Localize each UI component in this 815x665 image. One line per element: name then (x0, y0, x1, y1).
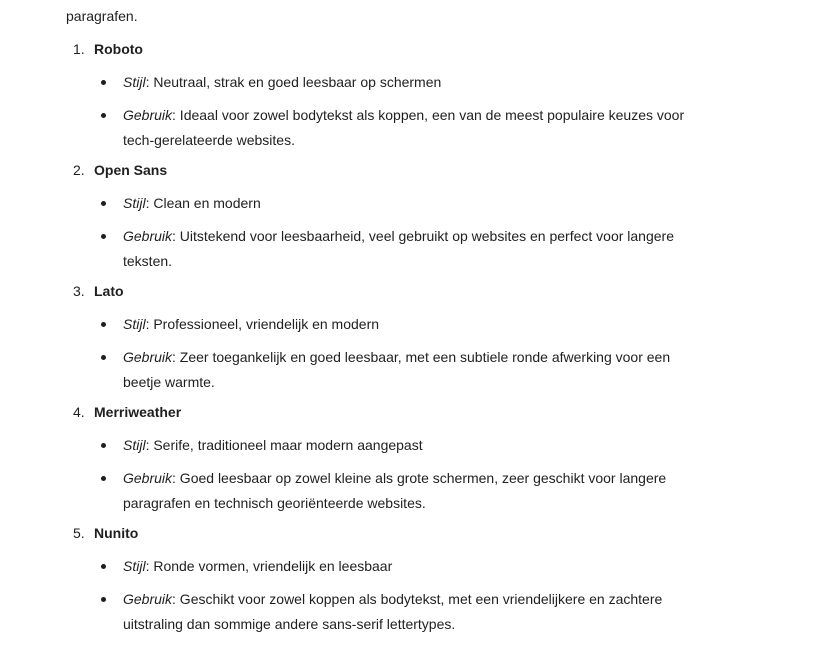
font-name: Nunito (94, 525, 139, 541)
bullet-icon (101, 322, 106, 327)
usage-text-continued: uitstraling dan sommige andere sans-seri… (123, 616, 456, 632)
usage-label: Gebruik (123, 349, 173, 365)
intro-text: paragrafen. (66, 8, 138, 24)
bullet-icon (101, 597, 106, 602)
usage-label: Gebruik (123, 228, 173, 244)
usage-text: : Ideaal voor zowel bodytekst als koppen… (172, 107, 685, 123)
font-list: 1. Roboto Stijl: Neutraal, strak en goed… (66, 38, 766, 637)
style-text: : Ronde vormen, vriendelijk en leesbaar (145, 558, 393, 574)
usage-text: : Geschikt voor zowel koppen als bodytek… (172, 591, 663, 607)
style-item: Stijl: Ronde vormen, vriendelijk en lees… (66, 554, 766, 579)
bullet-icon (101, 564, 106, 569)
usage-item: Gebruik: Ideaal voor zowel bodytekst als… (66, 103, 766, 153)
usage-label: Gebruik (123, 591, 173, 607)
list-number: 3. (73, 283, 85, 299)
usage-text: : Goed leesbaar op zowel kleine als grot… (172, 470, 667, 486)
font-item-nunito: 5. Nunito Stijl: Ronde vormen, vriendeli… (66, 522, 766, 637)
font-heading: 5. Nunito (66, 522, 766, 544)
style-text: : Serife, traditioneel maar modern aange… (145, 437, 423, 453)
font-heading: 2. Open Sans (66, 159, 766, 181)
chat-message-content: paragrafen. 1. Roboto Stijl: Neutraal, s… (0, 0, 815, 665)
style-item: Stijl: Neutraal, strak en goed leesbaar … (66, 70, 766, 95)
usage-text: : Zeer toegankelijk en goed leesbaar, me… (172, 349, 671, 365)
style-text: : Professioneel, vriendelijk en modern (145, 316, 380, 332)
font-properties: Stijl: Professioneel, vriendelijk en mod… (66, 312, 766, 395)
style-item: Stijl: Serife, traditioneel maar modern … (66, 433, 766, 458)
font-name: Merriweather (94, 404, 182, 420)
bullet-icon (101, 234, 106, 239)
font-item-lato: 3. Lato Stijl: Professioneel, vriendelij… (66, 280, 766, 395)
list-number: 2. (73, 162, 85, 178)
style-text: : Neutraal, strak en goed leesbaar op sc… (145, 74, 442, 90)
style-label: Stijl (123, 316, 146, 332)
usage-item: Gebruik: Zeer toegankelijk en goed leesb… (66, 345, 766, 395)
bullet-icon (101, 476, 106, 481)
style-text: : Clean en modern (145, 195, 261, 211)
usage-text-continued: teksten. (123, 253, 173, 269)
font-properties: Stijl: Neutraal, strak en goed leesbaar … (66, 70, 766, 153)
list-number: 4. (73, 404, 85, 420)
usage-item: Gebruik: Goed leesbaar op zowel kleine a… (66, 466, 766, 516)
style-label: Stijl (123, 437, 146, 453)
usage-text-continued: tech-gerelateerde websites. (123, 132, 295, 148)
font-name: Roboto (94, 41, 143, 57)
bullet-icon (101, 201, 106, 206)
usage-text-continued: paragrafen en technisch georiënteerde we… (123, 495, 426, 511)
usage-label: Gebruik (123, 107, 173, 123)
usage-item: Gebruik: Geschikt voor zowel koppen als … (66, 587, 766, 637)
usage-text-continued: beetje warmte. (123, 374, 215, 390)
font-heading: 1. Roboto (66, 38, 766, 60)
font-name: Lato (94, 283, 124, 299)
font-item-merriweather: 4. Merriweather Stijl: Serife, tradition… (66, 401, 766, 516)
style-label: Stijl (123, 558, 146, 574)
font-item-roboto: 1. Roboto Stijl: Neutraal, strak en goed… (66, 38, 766, 153)
style-item: Stijl: Clean en modern (66, 191, 766, 216)
usage-item: Gebruik: Uitstekend voor leesbaarheid, v… (66, 224, 766, 274)
font-properties: Stijl: Ronde vormen, vriendelijk en lees… (66, 554, 766, 637)
style-label: Stijl (123, 195, 146, 211)
bullet-icon (101, 80, 106, 85)
list-number: 5. (73, 525, 85, 541)
font-heading: 4. Merriweather (66, 401, 766, 423)
font-item-open-sans: 2. Open Sans Stijl: Clean en modern Gebr… (66, 159, 766, 274)
bullet-icon (101, 443, 106, 448)
style-label: Stijl (123, 74, 146, 90)
font-properties: Stijl: Clean en modern Gebruik: Uitsteke… (66, 191, 766, 274)
font-heading: 3. Lato (66, 280, 766, 302)
list-number: 1. (73, 41, 85, 57)
font-properties: Stijl: Serife, traditioneel maar modern … (66, 433, 766, 516)
bullet-icon (101, 355, 106, 360)
usage-text: : Uitstekend voor leesbaarheid, veel geb… (172, 228, 674, 244)
usage-label: Gebruik (123, 470, 173, 486)
font-name: Open Sans (94, 162, 168, 178)
bullet-icon (101, 113, 106, 118)
style-item: Stijl: Professioneel, vriendelijk en mod… (66, 312, 766, 337)
